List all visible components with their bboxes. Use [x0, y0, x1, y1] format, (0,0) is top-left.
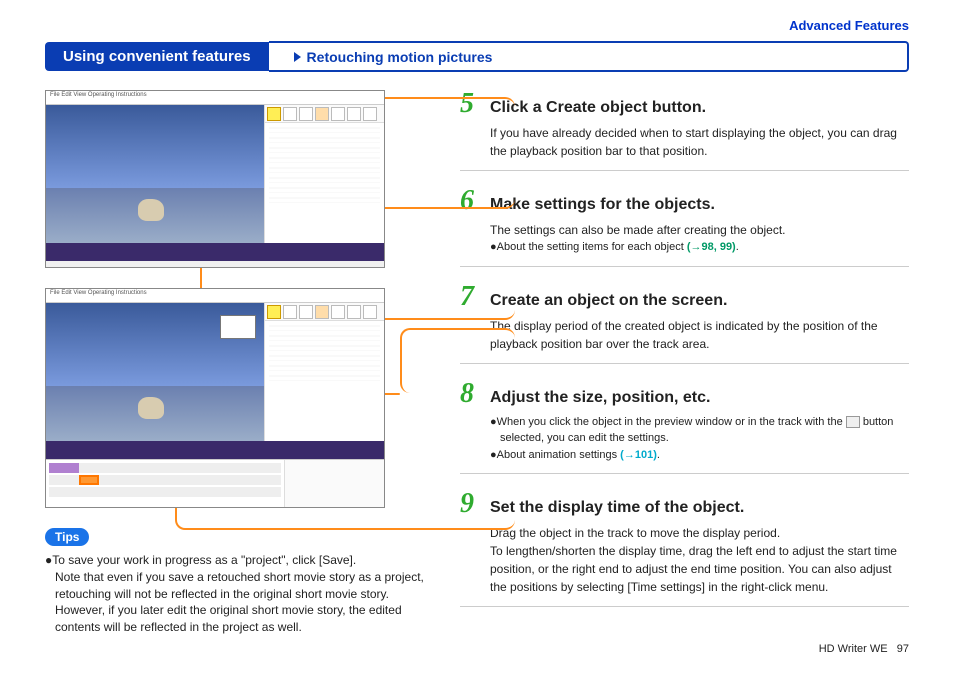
tool-icon: [363, 107, 377, 121]
tool-icon: [347, 107, 361, 121]
step-title: Adjust the size, position, etc.: [490, 389, 710, 407]
page-footer: HD Writer WE 97: [819, 643, 909, 655]
step-body: If you have already decided when to star…: [460, 124, 909, 160]
header-right: Retouching motion pictures: [307, 49, 493, 65]
preview-pane: [46, 303, 264, 441]
step-title: Click a Create object button.: [490, 99, 706, 117]
tool-icon: [299, 305, 313, 319]
screenshot-menubar: File Edit View Operating Instructions: [46, 289, 384, 303]
edit-button-icon: [846, 416, 860, 428]
step-8: 8 Adjust the size, position, etc. ●When …: [460, 380, 909, 475]
tool-icon: [315, 107, 329, 121]
tool-icon: [283, 107, 297, 121]
callout-line-8a: [400, 328, 515, 393]
preview-pane: [46, 105, 264, 243]
step-title: Create an object on the screen.: [490, 292, 727, 310]
playback-controls: [46, 441, 384, 459]
create-object-icon: [267, 107, 281, 121]
header-left: Using convenient features: [45, 42, 269, 71]
step-5: 5 Click a Create object button. If you h…: [460, 90, 909, 171]
settings-panel: [264, 303, 384, 441]
tool-icon: [283, 305, 297, 319]
step-7: 7 Create an object on the screen. The di…: [460, 283, 909, 364]
page-link[interactable]: (→101): [620, 449, 657, 461]
tips-badge: Tips: [45, 528, 89, 546]
tool-icon: [315, 305, 329, 319]
create-object-toolbar: [265, 303, 384, 321]
triangle-icon: [294, 52, 301, 62]
create-object-toolbar: [265, 105, 384, 123]
tool-icon: [331, 107, 345, 121]
timeline: [46, 459, 384, 507]
footer-page: 97: [897, 643, 909, 655]
header-right-wrap: Retouching motion pictures: [269, 41, 909, 72]
tool-icon: [299, 107, 313, 121]
page-link[interactable]: (→98, 99): [687, 241, 736, 253]
step-title: Make settings for the objects.: [490, 196, 715, 214]
screenshot-2: File Edit View Operating Instructions: [45, 288, 385, 508]
object-on-screen: [220, 315, 256, 339]
tool-icon: [363, 305, 377, 319]
screenshot-1: File Edit View Operating Instructions: [45, 90, 385, 268]
step-body: The settings can also be made after crea…: [460, 221, 909, 256]
step-bullet: ●When you click the object in the previe…: [490, 414, 909, 447]
step-body: ●When you click the object in the previe…: [460, 414, 909, 464]
footer-doc: HD Writer WE: [819, 643, 888, 655]
settings-panel: [264, 105, 384, 243]
step-title: Set the display time of the object.: [490, 499, 744, 517]
screenshot-menubar: File Edit View Operating Instructions: [46, 91, 384, 105]
step-9: 9 Set the display time of the object. Dr…: [460, 490, 909, 607]
section-header: Using convenient features Retouching mot…: [45, 41, 909, 72]
track-object: [79, 475, 99, 485]
tips-section: Tips ●To save your work in progress as a…: [45, 528, 440, 636]
tool-icon: [331, 305, 345, 319]
step-body: Drag the object in the track to move the…: [460, 524, 909, 596]
create-object-icon: [267, 305, 281, 319]
step-bullet: ●About animation settings (→101).: [490, 447, 909, 464]
playback-controls: [46, 243, 384, 261]
breadcrumb: Advanced Features: [45, 18, 909, 33]
step-text: The settings can also be made after crea…: [490, 221, 909, 239]
tips-body: ●To save your work in progress as a "pro…: [45, 552, 440, 636]
step-6: 6 Make settings for the objects. The set…: [460, 187, 909, 267]
step-body: The display period of the created object…: [460, 317, 909, 353]
tool-icon: [347, 305, 361, 319]
step-bullet: ●About the setting items for each object…: [490, 239, 909, 256]
